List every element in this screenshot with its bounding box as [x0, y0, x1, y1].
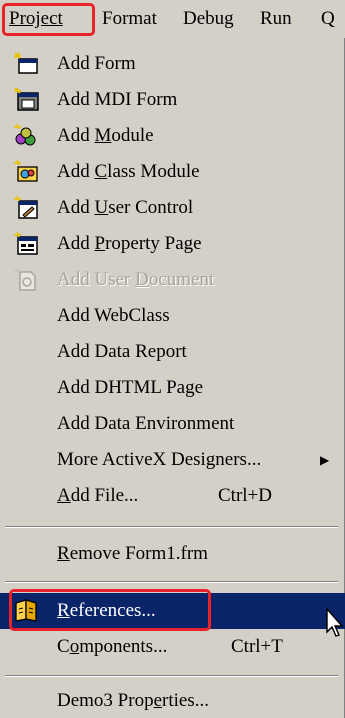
references-icon	[15, 599, 37, 622]
menu-item-add-webclass[interactable]: Add WebClass	[0, 298, 345, 334]
menu-item-label: References...	[57, 600, 156, 621]
menu-item-label: Add Data Report	[57, 341, 187, 362]
menu-separator	[5, 675, 338, 677]
menu-item-label: Add File...	[57, 485, 139, 506]
menu-item-more-activex-designers[interactable]: More ActiveX Designers... ▶	[0, 442, 345, 478]
menu-item-add-property-page[interactable]: Add Property Page	[0, 226, 345, 262]
add-form-icon	[14, 52, 38, 74]
menu-item-label: Add User Control	[57, 197, 194, 218]
menu-debug[interactable]: Debug	[183, 6, 234, 32]
add-module-icon	[14, 123, 36, 146]
menu-item-references[interactable]: References...	[0, 593, 345, 629]
menu-item-shortcut: Ctrl+D	[218, 485, 272, 506]
menu-bar: Project Format Debug Run Q	[0, 0, 345, 38]
menu-item-label: Remove Form1.frm	[57, 543, 208, 564]
menu-format[interactable]: Format	[102, 6, 157, 32]
menu-item-label: Add Module	[57, 125, 154, 146]
menu-item-add-class-module[interactable]: Add Class Module	[0, 154, 345, 190]
add-user-control-icon	[14, 195, 38, 219]
menu-item-label: Add WebClass	[57, 305, 170, 326]
menu-query[interactable]: Q	[321, 6, 335, 32]
menu-item-label: Add Property Page	[57, 233, 202, 254]
menu-item-add-module[interactable]: Add Module	[0, 118, 345, 154]
menu-item-add-user-control[interactable]: Add User Control	[0, 190, 345, 226]
menu-item-label: Add Class Module	[57, 161, 200, 182]
menu-item-add-data-environment[interactable]: Add Data Environment	[0, 406, 345, 442]
menu-item-add-file[interactable]: Add File... Ctrl+D	[0, 478, 345, 514]
submenu-arrow-icon: ▶	[320, 453, 330, 467]
menu-item-label: Components...	[57, 636, 168, 657]
menu-item-label: Add DHTML Page	[57, 377, 203, 398]
vb-project-menu-screenshot: Project Format Debug Run Q Add Form Add	[0, 0, 345, 718]
menu-item-add-data-report[interactable]: Add Data Report	[0, 334, 345, 370]
menu-project-label: Project	[9, 8, 63, 29]
menu-item-add-form[interactable]: Add Form	[0, 46, 345, 82]
add-property-page-icon	[14, 231, 38, 255]
menu-separator	[5, 581, 338, 583]
project-dropdown-menu: Add Form Add MDI Form Add Module Add Cla…	[0, 38, 345, 718]
menu-project[interactable]: Project	[9, 6, 63, 32]
menu-item-label: More ActiveX Designers...	[57, 449, 262, 470]
mouse-pointer-icon	[326, 608, 344, 637]
menu-item-add-dhtml-page[interactable]: Add DHTML Page	[0, 370, 345, 406]
menu-item-label: Add User Document	[57, 269, 215, 290]
menu-item-add-mdi-form[interactable]: Add MDI Form	[0, 82, 345, 118]
menu-item-label: Demo3 Properties...	[57, 690, 209, 711]
menu-item-remove-form1[interactable]: Remove Form1.frm	[0, 536, 345, 572]
menu-item-label: Add MDI Form	[57, 89, 178, 110]
menu-item-label: Add Data Environment	[57, 413, 235, 434]
menu-item-components[interactable]: Components... Ctrl+T	[0, 629, 345, 665]
menu-item-demo3-properties[interactable]: Demo3 Properties...	[0, 683, 345, 718]
menu-separator	[5, 526, 338, 528]
menu-item-shortcut: Ctrl+T	[231, 636, 283, 657]
menu-item-label: Add Form	[57, 53, 136, 74]
menu-item-add-user-document: Add User Document	[0, 262, 345, 298]
add-mdi-form-icon	[14, 87, 39, 111]
menu-run[interactable]: Run	[260, 6, 292, 32]
add-user-document-icon	[14, 267, 36, 291]
add-class-module-icon	[14, 159, 38, 182]
